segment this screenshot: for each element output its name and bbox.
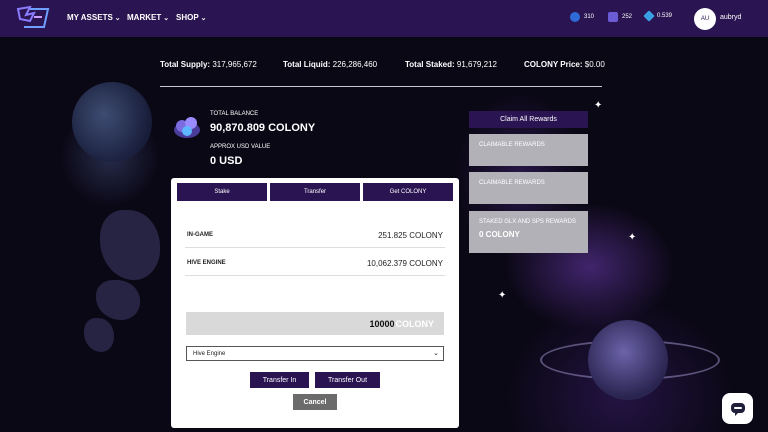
diamond-icon — [643, 10, 655, 22]
plus-circle-icon — [570, 12, 580, 22]
top-navbar: MY ASSETS ⌄ MARKET ⌄ SHOP ⌄ 310 252 0.539 A… — [0, 0, 768, 37]
star-icon: ✦ — [628, 232, 637, 243]
tab-stake[interactable]: Stake — [177, 183, 267, 201]
total-staked: Total Staked: 91,679,212 — [405, 60, 497, 69]
nav-market[interactable]: MARKET ⌄ — [127, 13, 169, 22]
ingame-value: 251.825 COLONY — [378, 231, 443, 240]
chevron-down-icon: ⌄ — [200, 14, 207, 22]
hive-engine-value: 10,062.379 COLONY — [366, 259, 443, 268]
divider — [160, 86, 602, 87]
colony-price: COLONY Price: $0.00 — [524, 60, 605, 69]
staked-rewards-card: STAKED GLX AND SPS REWARDS 0 COLONY — [469, 211, 588, 253]
stat-diamond: 0.539 — [643, 10, 672, 22]
destination-select[interactable]: Hive Engine ⌄ — [186, 346, 444, 361]
colony-token-icon — [174, 117, 200, 138]
transfer-panel: Stake Transfer Get COLONY IN-GAME 251.82… — [171, 178, 459, 428]
hive-engine-label: HIVE ENGINE — [187, 260, 226, 266]
claim-all-rewards-button[interactable]: Claim All Rewards — [469, 111, 588, 128]
ingame-label: IN-GAME — [187, 232, 213, 238]
total-supply: Total Supply: 317,965,672 — [160, 60, 257, 69]
usd-value: 0 USD — [210, 155, 243, 167]
wings-icon — [608, 12, 618, 22]
row-divider — [185, 247, 445, 248]
nav-my-assets[interactable]: MY ASSETS ⌄ — [67, 13, 121, 22]
tab-get-colony[interactable]: Get COLONY — [363, 183, 453, 201]
transfer-in-button[interactable]: Transfer In — [250, 372, 309, 388]
amount-input[interactable]: 10000 COLONY — [186, 312, 444, 335]
avatar[interactable]: AU — [694, 8, 716, 30]
chat-bubble-icon — [730, 402, 745, 416]
totals-bar: Total Supply: 317,965,672 Total Liquid: … — [160, 60, 605, 80]
cancel-button[interactable]: Cancel — [293, 394, 337, 410]
claimable-rewards-card: CLAIMABLE REWARDS — [469, 134, 588, 166]
chevron-down-icon: ⌄ — [114, 14, 121, 22]
stat-credits: 310 — [570, 12, 594, 22]
claimable-rewards-card: CLAIMABLE REWARDS — [469, 172, 588, 204]
usd-value-label: APPROX USD VALUE — [210, 144, 271, 150]
chevron-down-icon: ⌄ — [433, 350, 439, 357]
total-balance-label: TOTAL BALANCE — [210, 111, 259, 117]
row-divider — [185, 275, 445, 276]
planet-left-decoration — [72, 82, 152, 162]
username[interactable]: aubryd — [720, 14, 741, 21]
star-icon: ✦ — [594, 100, 603, 111]
total-liquid: Total Liquid: 226,286,460 — [283, 60, 378, 69]
stat-wings: 252 — [608, 12, 632, 22]
tab-transfer[interactable]: Transfer — [270, 183, 360, 201]
chevron-down-icon: ⌄ — [163, 14, 170, 22]
app-logo-icon[interactable] — [16, 5, 50, 31]
chat-button[interactable] — [722, 393, 753, 424]
nav-shop[interactable]: SHOP ⌄ — [176, 13, 207, 22]
transfer-out-button[interactable]: Transfer Out — [315, 372, 380, 388]
total-balance-value: 90,870.809 COLONY — [210, 122, 316, 134]
planet-right-decoration — [588, 320, 668, 400]
star-icon: ✦ — [498, 290, 507, 301]
